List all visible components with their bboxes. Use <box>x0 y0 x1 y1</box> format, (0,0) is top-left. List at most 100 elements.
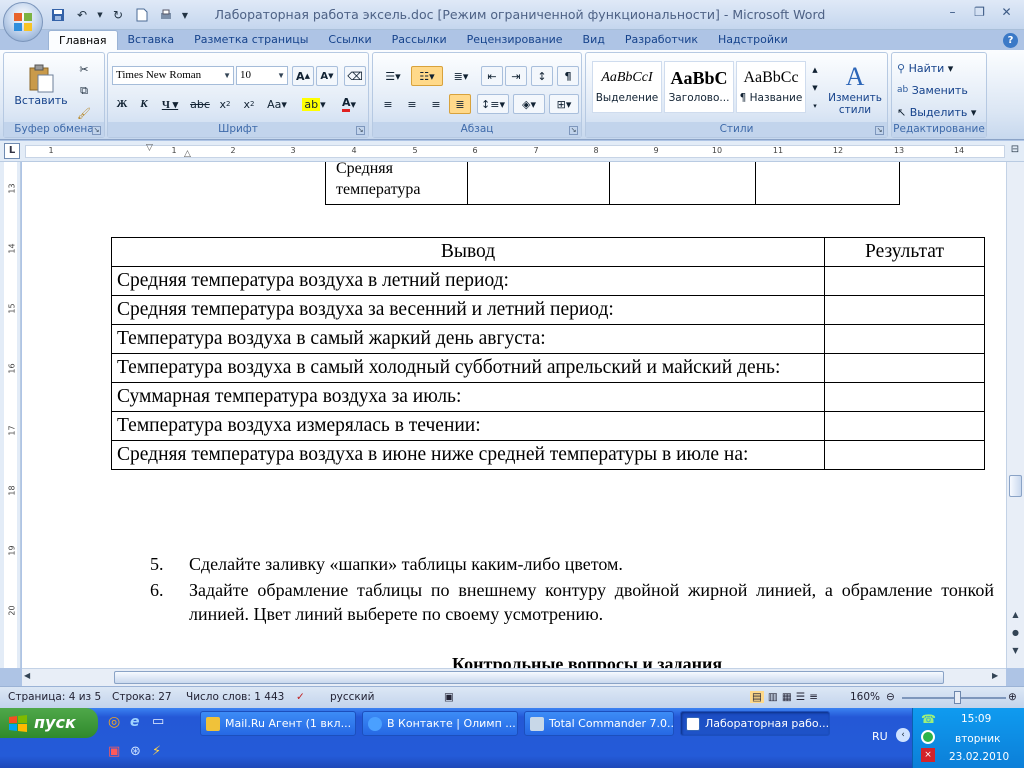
tab-page-layout[interactable]: Разметка страницы <box>184 30 318 50</box>
strikethrough-button[interactable]: abc <box>188 94 212 114</box>
ie-icon[interactable]: e <box>130 714 140 730</box>
copy-icon[interactable]: ⧉ <box>74 81 94 101</box>
style-title[interactable]: AaBbCc ¶ Название <box>736 61 806 113</box>
styles-scroll-up-icon[interactable]: ▲ <box>808 61 822 78</box>
first-line-indent-marker[interactable]: ▽ <box>146 143 153 153</box>
table-cell[interactable]: Средняя температура воздуха за весенний … <box>111 295 825 325</box>
help-icon[interactable]: ? <box>1003 33 1018 48</box>
tab-mailings[interactable]: Рассылки <box>382 30 457 50</box>
outline-icon[interactable]: ☰ <box>796 691 805 703</box>
align-center-icon[interactable]: ≡ <box>401 94 423 114</box>
show-hidden-icons-icon[interactable]: ‹ <box>896 728 910 742</box>
font-name-combo[interactable]: Times New Roman ▼ <box>112 66 234 85</box>
network-icon[interactable]: ☎ <box>921 712 936 726</box>
line-number[interactable]: Строка: 27 <box>112 691 172 703</box>
align-right-icon[interactable]: ≡ <box>425 94 447 114</box>
borders-button[interactable]: ⊞▾ <box>549 94 579 114</box>
justify-icon[interactable]: ≣ <box>449 94 471 114</box>
grow-font-button[interactable]: A ▲ <box>292 66 314 86</box>
antivirus-icon[interactable]: ⨯ <box>921 748 935 762</box>
highlight-color-button[interactable]: ab ▾ <box>298 94 330 114</box>
tab-insert[interactable]: Вставка <box>118 30 185 50</box>
scroll-left-icon[interactable]: ◀ <box>24 671 30 680</box>
save-quick-icon[interactable]: ▣ <box>108 744 120 759</box>
result-cell[interactable] <box>824 324 985 354</box>
bullets-button[interactable]: ☰▾ <box>377 66 409 86</box>
numbering-button[interactable]: ☷▾ <box>411 66 443 86</box>
page-count[interactable]: Страница: 4 из 5 <box>8 691 101 703</box>
table-cell[interactable]: Средняя температура воздуха в летний пер… <box>111 266 825 296</box>
find-button[interactable]: ⚲ Найти ▾ <box>896 58 954 78</box>
sort-icon[interactable]: ↕ <box>531 66 553 86</box>
style-heading[interactable]: AaBbC Заголово... <box>664 61 734 113</box>
close-icon[interactable]: ✕ <box>993 2 1020 21</box>
bold-button[interactable]: Ж <box>112 94 132 114</box>
cut-icon[interactable]: ✂ <box>74 59 94 79</box>
superscript-button[interactable]: x2 <box>238 94 260 114</box>
status-online-icon[interactable] <box>921 730 935 744</box>
underline-button[interactable]: Ч ▾ <box>156 94 184 114</box>
styles-launcher-icon[interactable]: ↘ <box>875 126 884 135</box>
change-styles-button[interactable]: A Изменить стили <box>824 57 886 121</box>
tab-addins[interactable]: Надстройки <box>708 30 798 50</box>
italic-button[interactable]: К <box>134 94 154 114</box>
zoom-in-icon[interactable]: ⊕ <box>1008 691 1017 703</box>
tab-references[interactable]: Ссылки <box>318 30 381 50</box>
new-document-icon[interactable] <box>132 5 152 25</box>
taskbar-item-mail-agent[interactable]: Mail.Ru Агент (1 вкл... <box>200 711 356 736</box>
save-icon[interactable] <box>48 5 68 25</box>
word-count[interactable]: Число слов: 1 443 <box>186 691 284 703</box>
taskbar-item-total-commander[interactable]: Total Commander 7.0... <box>524 711 674 736</box>
format-painter-icon[interactable]: 🖌 <box>74 103 94 123</box>
ruler-scale[interactable]: 1 1 2 3 4 5 6 7 8 9 10 11 12 13 14 ▽ △ <box>25 143 1005 159</box>
zoom-level[interactable]: 160% <box>850 691 880 703</box>
table-cell[interactable]: Температура воздуха в самый жаркий день … <box>111 324 825 354</box>
next-page-icon[interactable]: ▼ <box>1009 646 1022 660</box>
paragraph-launcher-icon[interactable]: ↘ <box>569 126 578 135</box>
table-cell[interactable] <box>467 162 610 205</box>
shrink-font-button[interactable]: A ▼ <box>316 66 338 86</box>
language[interactable]: русский <box>330 691 374 703</box>
scroll-right-icon[interactable]: ▶ <box>992 671 998 680</box>
tab-review[interactable]: Рецензирование <box>457 30 573 50</box>
redo-icon[interactable]: ↻ <box>108 5 128 25</box>
language-indicator[interactable]: RU <box>872 730 888 743</box>
show-marks-icon[interactable]: ¶ <box>557 66 579 86</box>
table-cell[interactable]: Средняя температура воздуха в июне ниже … <box>111 440 825 470</box>
download-icon[interactable]: ⊛ <box>130 744 141 759</box>
result-cell[interactable] <box>824 411 985 441</box>
tool-icon[interactable]: ⚡ <box>152 744 161 759</box>
clock-time[interactable]: 15:09 <box>961 713 991 725</box>
styles-scroll-down-icon[interactable]: ▼ <box>808 79 822 96</box>
print-layout-icon[interactable]: ▤ <box>750 691 764 703</box>
office-button[interactable] <box>3 2 43 42</box>
vertical-scroll-thumb[interactable] <box>1009 475 1022 497</box>
tab-selector-icon[interactable]: L <box>4 143 20 159</box>
line-spacing-button[interactable]: ↕≡▾ <box>477 94 509 114</box>
taskbar-item-word[interactable]: Лабораторная рабо... <box>680 711 830 736</box>
undo-dropdown-icon[interactable]: ▼ <box>96 5 104 25</box>
font-color-button[interactable]: A ▾ <box>332 94 366 114</box>
paste-button[interactable]: Вставить <box>10 57 72 113</box>
minimize-icon[interactable]: – <box>939 2 966 21</box>
draft-icon[interactable]: ≡ <box>809 691 818 703</box>
zoom-slider-thumb[interactable] <box>954 691 961 704</box>
change-case-button[interactable]: Aa▾ <box>262 94 292 114</box>
styles-more-icon[interactable]: ▾ <box>808 97 822 114</box>
result-cell[interactable] <box>824 266 985 296</box>
table-cell[interactable] <box>755 162 900 205</box>
full-screen-reading-icon[interactable]: ▥ <box>768 691 778 703</box>
align-left-icon[interactable]: ≡ <box>377 94 399 114</box>
table-cell[interactable]: Температура воздуха измерялась в течении… <box>111 411 825 441</box>
result-cell[interactable] <box>824 295 985 325</box>
table-cell[interactable]: Средняя температура <box>325 162 468 205</box>
tab-developer[interactable]: Разработчик <box>615 30 708 50</box>
restore-icon[interactable]: ❐ <box>966 2 993 21</box>
print-preview-icon[interactable] <box>156 5 176 25</box>
clear-formatting-icon[interactable]: ⌫ <box>344 66 366 86</box>
proofing-icon[interactable]: ✓ <box>296 691 305 703</box>
show-desktop-icon[interactable]: ▭ <box>152 714 164 729</box>
column-header-conclusion[interactable]: Вывод <box>111 237 825 267</box>
table-cell[interactable]: Температура воздуха в самый холодный суб… <box>111 353 825 383</box>
result-cell[interactable] <box>824 382 985 412</box>
